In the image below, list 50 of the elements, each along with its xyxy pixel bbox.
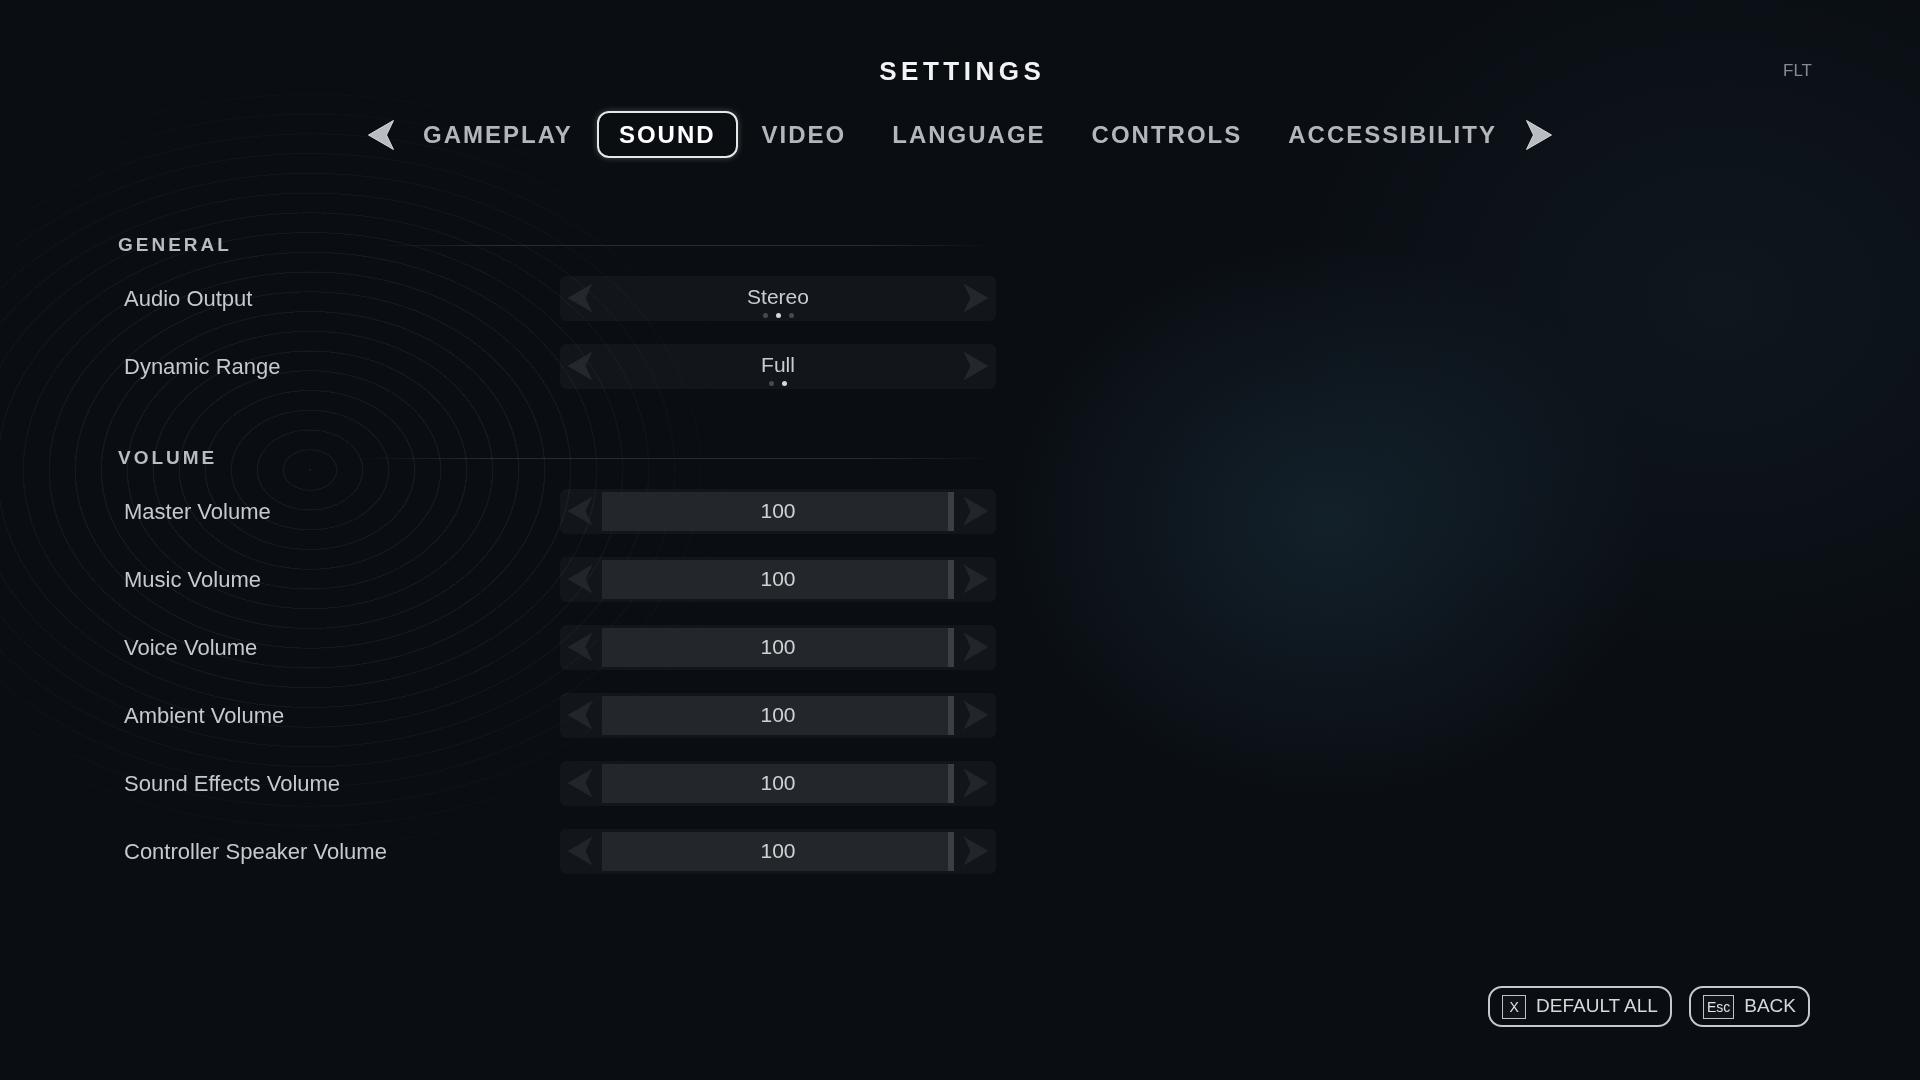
setting-label: Ambient Volume	[123, 701, 286, 730]
slider-track[interactable]: 100	[602, 763, 954, 803]
slider-control[interactable]: 100	[560, 828, 996, 874]
tab[interactable]: VIDEO	[739, 111, 869, 158]
key-hint: Esc	[1702, 994, 1735, 1019]
slider-value: 100	[760, 839, 796, 863]
slider-thumb[interactable]	[948, 627, 954, 667]
slider-track[interactable]: 100	[602, 695, 954, 735]
right-arrow-icon[interactable]	[1524, 119, 1553, 150]
slider-thumb[interactable]	[948, 559, 954, 599]
slider-control[interactable]: 100	[560, 624, 996, 670]
section-heading: GENERAL	[118, 232, 232, 257]
slider-control[interactable]: 100	[560, 556, 996, 602]
page-title: SETTINGS	[879, 55, 1046, 87]
slider-track[interactable]: 100	[602, 491, 954, 531]
setting-label: Music Volume	[123, 565, 262, 594]
slider-track[interactable]: 100	[602, 831, 954, 871]
setting-label: Controller Speaker Volume	[123, 837, 388, 866]
option-value: Full	[761, 352, 795, 377]
slider-control[interactable]: 100	[560, 488, 996, 534]
tab[interactable]: GAMEPLAY	[401, 111, 595, 158]
setting-label: Dynamic Range	[123, 352, 282, 381]
slider-value: 100	[760, 703, 796, 727]
tab[interactable]: ACCESSIBILITY	[1266, 111, 1519, 158]
tab[interactable]: CONTROLS	[1069, 111, 1265, 158]
slider-control[interactable]: 100	[560, 760, 996, 806]
setting-label: Sound Effects Volume	[123, 769, 342, 798]
slider-thumb[interactable]	[948, 763, 954, 803]
slider-thumb[interactable]	[948, 831, 954, 871]
slider-value: 100	[760, 635, 796, 659]
slider-value: 100	[760, 771, 796, 795]
slider-value: 100	[760, 567, 796, 591]
key-hint: X	[1502, 994, 1527, 1019]
setting-label: Audio Output	[123, 284, 254, 313]
slider-thumb[interactable]	[948, 695, 954, 735]
setting-label: Master Volume	[123, 497, 272, 526]
slider-thumb[interactable]	[948, 491, 954, 531]
slider-control[interactable]: 100	[560, 692, 996, 738]
left-arrow-icon[interactable]	[367, 119, 396, 150]
slider-track[interactable]: 100	[602, 627, 954, 667]
slider-value: 100	[760, 499, 796, 523]
section-heading: VOLUME	[118, 445, 218, 470]
footer-button[interactable]: X DEFAULT ALL	[1488, 986, 1672, 1027]
option-value: Stereo	[747, 284, 809, 309]
tab[interactable]: LANGUAGE	[870, 111, 1068, 158]
setting-label: Voice Volume	[123, 633, 259, 662]
tab[interactable]: SOUND	[596, 111, 738, 158]
corner-label: FLT	[1783, 60, 1812, 83]
slider-track[interactable]: 100	[602, 559, 954, 599]
footer-button[interactable]: Esc BACK	[1688, 986, 1810, 1027]
